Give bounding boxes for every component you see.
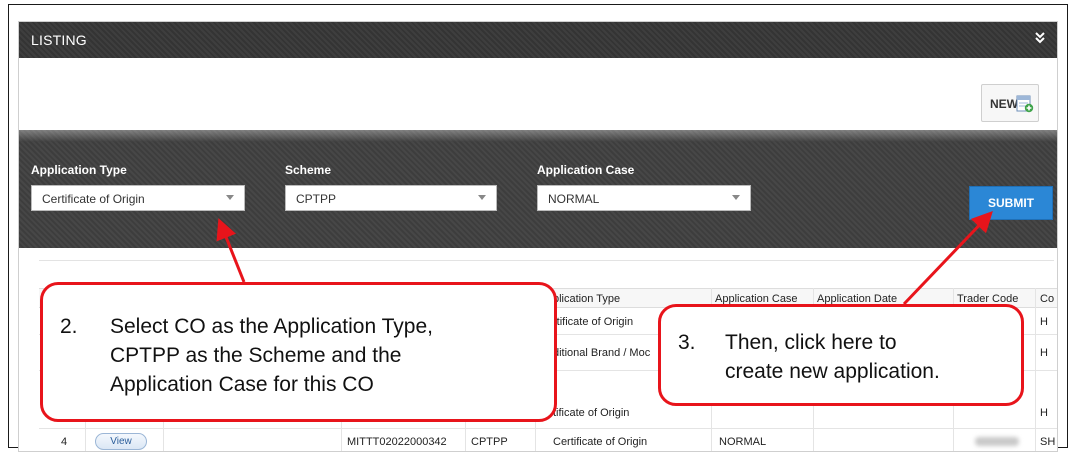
arrow-to-submit [902,210,993,306]
callout-line: create new application. [725,360,940,383]
callout-line: Then, click here to [725,331,897,354]
callout-line: CPTPP as the Scheme and the [110,344,402,367]
callout-number: 3. [678,331,696,354]
callout-number: 2. [60,315,78,338]
arrow-to-application-type [216,218,246,283]
callout-click-submit: 3. Then, click here to create new applic… [658,304,1024,406]
callout-line: Select CO as the Application Type, [110,315,433,338]
callout-select-options: 2. Select CO as the Application Type, CP… [40,282,557,422]
callout-line: Application Case for this CO [110,373,374,396]
